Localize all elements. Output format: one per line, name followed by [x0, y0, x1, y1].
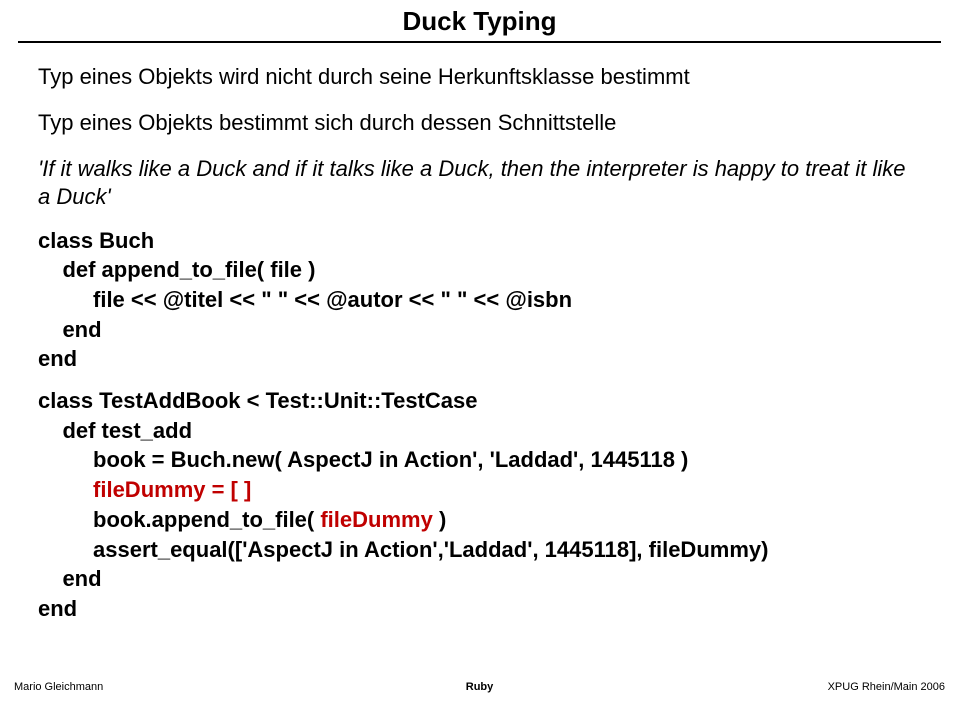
code-line: file << @titel << " " << @autor << " " <…	[38, 287, 572, 312]
code-line: book.append_to_file(	[38, 507, 320, 532]
code-line: end	[38, 596, 77, 621]
quote: 'If it walks like a Duck and if it talks…	[38, 155, 921, 211]
code-highlight: fileDummy	[320, 507, 432, 532]
code-line: assert_equal(['AspectJ in Action','Ladda…	[38, 537, 768, 562]
footer-right: XPUG Rhein/Main 2006	[828, 681, 945, 693]
footer: Mario Gleichmann Ruby XPUG Rhein/Main 20…	[0, 681, 959, 693]
code-line: end	[38, 566, 102, 591]
code-line: class Buch	[38, 228, 154, 253]
footer-left: Mario Gleichmann	[14, 681, 103, 693]
content: Typ eines Objekts wird nicht durch seine…	[0, 43, 959, 624]
code-line: book = Buch.new( AspectJ in Action', 'La…	[38, 447, 688, 472]
code-line	[38, 477, 93, 502]
code-line: end	[38, 317, 102, 342]
paragraph-1: Typ eines Objekts wird nicht durch seine…	[38, 63, 921, 91]
code-highlight: fileDummy = [ ]	[93, 477, 251, 502]
code-line: end	[38, 346, 77, 371]
code-block-1: class Buch def append_to_file( file ) fi…	[38, 226, 921, 374]
footer-mid: Ruby	[0, 681, 959, 693]
paragraph-2: Typ eines Objekts bestimmt sich durch de…	[38, 109, 921, 137]
code-line: def test_add	[38, 418, 192, 443]
page-title: Duck Typing	[402, 6, 556, 37]
code-line: def append_to_file( file )	[38, 257, 315, 282]
code-line: )	[433, 507, 446, 532]
code-line: class TestAddBook < Test::Unit::TestCase	[38, 388, 477, 413]
title-wrap: Duck Typing	[0, 0, 959, 37]
code-block-2: class TestAddBook < Test::Unit::TestCase…	[38, 386, 921, 624]
